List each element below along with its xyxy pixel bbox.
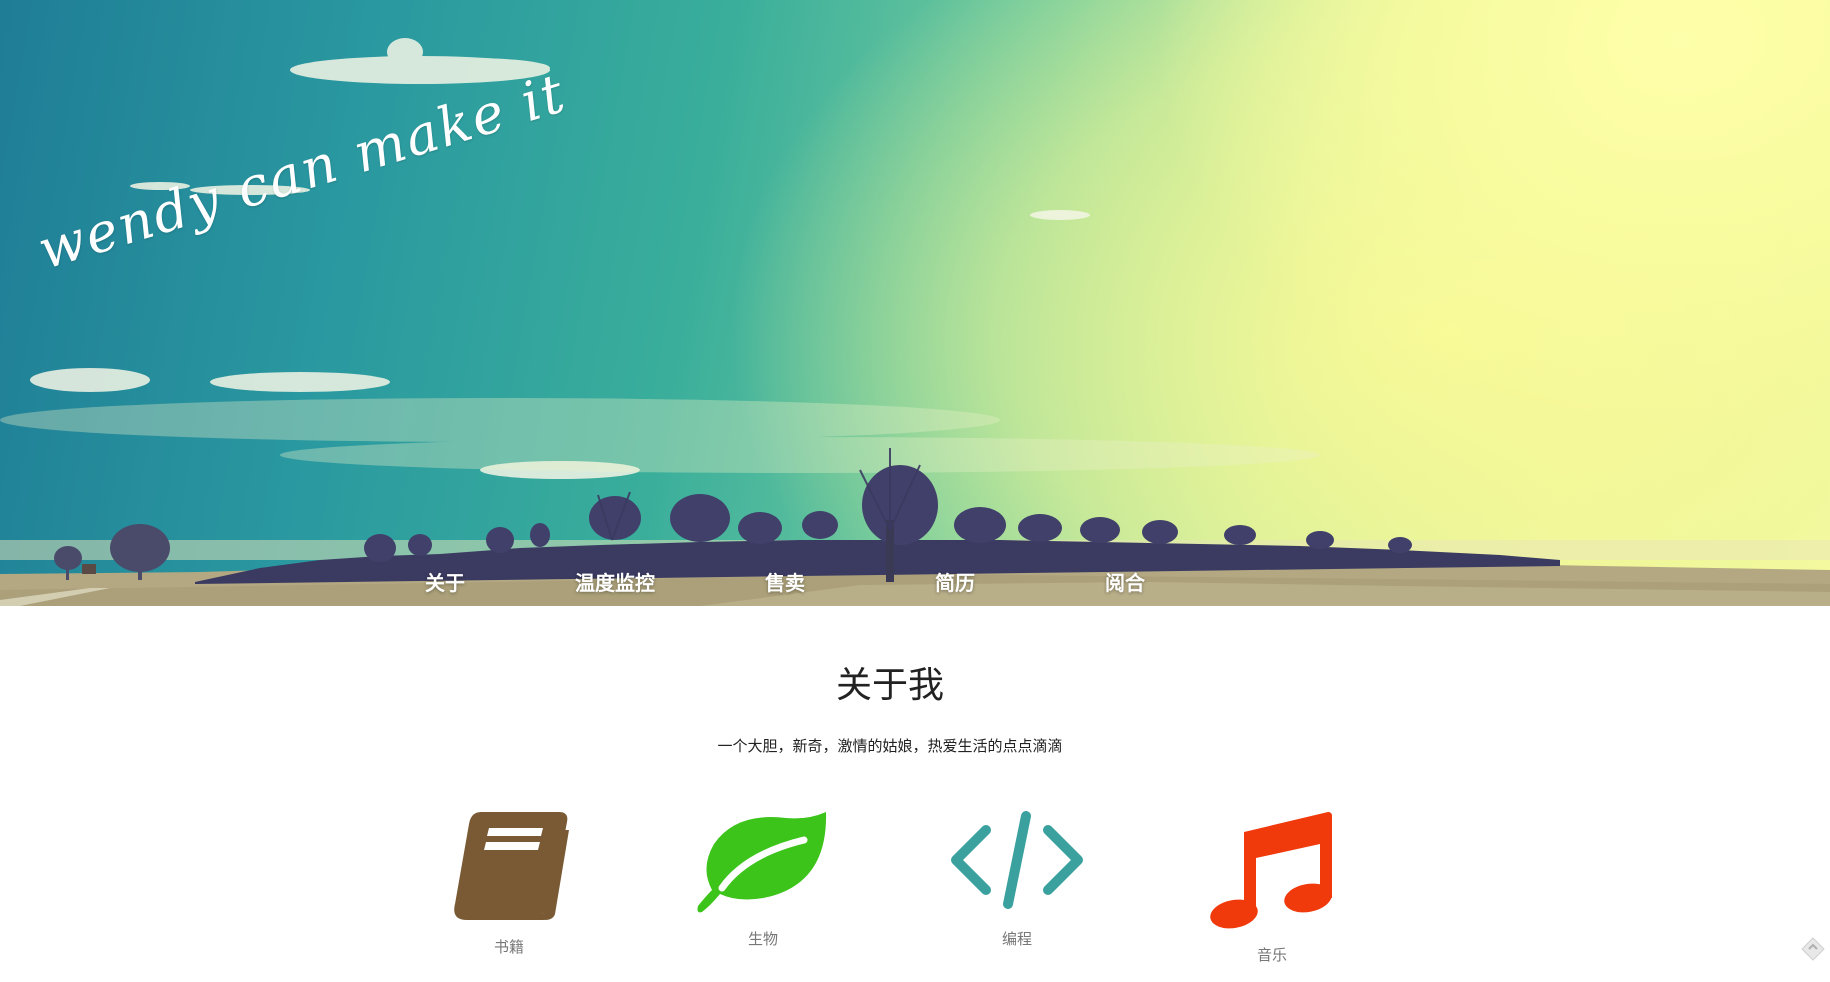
interest-label-programming: 编程: [1001, 930, 1032, 948]
interest-music[interactable]: 音乐: [1192, 810, 1352, 965]
about-title: 关于我: [835, 665, 944, 706]
nav-item-about[interactable]: 关于: [360, 567, 530, 596]
interest-label-books: 书籍: [493, 938, 524, 956]
nav-item-sale[interactable]: 售卖: [700, 567, 870, 596]
interest-label-music: 音乐: [1256, 946, 1287, 964]
hero-banner: wendy can make it 关于 温度监控 售卖 简历 阅合: [0, 0, 1830, 606]
interest-biology[interactable]: 生物: [683, 810, 843, 949]
interests-row: 书籍 生物 编程 音乐: [0, 810, 1830, 982]
music-note-icon: [1210, 812, 1332, 929]
nav-item-reading[interactable]: 阅合: [1040, 567, 1210, 596]
interest-programming[interactable]: 编程: [937, 810, 1097, 949]
nav-item-resume[interactable]: 简历: [870, 567, 1040, 596]
landscape-background: [0, 38, 1830, 606]
about-subtitle: 一个大胆，新奇，激情的姑娘，热爱生活的点点滴滴: [717, 737, 1063, 755]
book-icon: [454, 812, 569, 920]
page: wendy can make it 关于 温度监控 售卖 简历 阅合 关于我 一…: [0, 0, 1830, 982]
corner-tag-icon[interactable]: [1800, 936, 1826, 962]
code-icon: [951, 811, 1083, 909]
interest-label-biology: 生物: [747, 930, 778, 948]
interest-books[interactable]: 书籍: [429, 810, 589, 957]
leaf-icon: [697, 812, 827, 913]
nav-item-temperature-monitor[interactable]: 温度监控: [530, 567, 700, 596]
main-nav: 关于 温度监控 售卖 简历 阅合: [360, 556, 1210, 606]
